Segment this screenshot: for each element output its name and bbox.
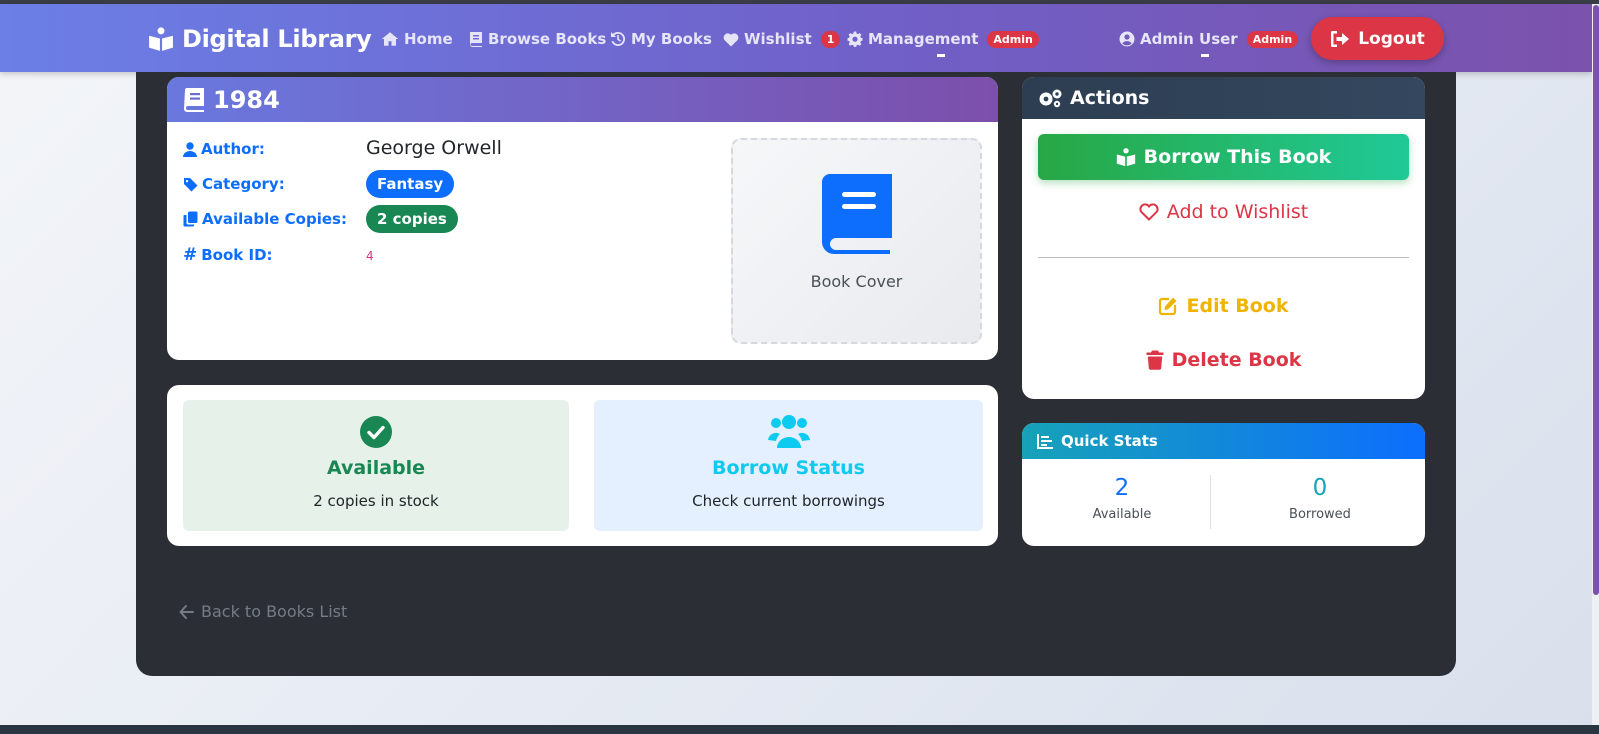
- home-icon: [381, 32, 399, 46]
- add-to-wishlist-label: Add to Wishlist: [1166, 201, 1309, 223]
- check-circle-icon: [360, 416, 392, 448]
- nav-management-label: Management: [868, 30, 979, 48]
- quick-stats-title: Quick Stats: [1061, 432, 1158, 450]
- book-cover-icon: [822, 174, 892, 254]
- book-id-row: # Book ID:: [183, 245, 273, 265]
- nav-browse-label: Browse Books: [488, 30, 607, 48]
- arrow-left-icon: [179, 604, 194, 619]
- book-id-label: Book ID:: [201, 246, 273, 264]
- book-reader-icon: [1116, 148, 1135, 167]
- book-cover-label: Book Cover: [810, 272, 903, 291]
- nav-my-books[interactable]: My Books: [610, 28, 712, 50]
- nav-my-books-label: My Books: [631, 30, 712, 48]
- category-badge: Fantasy: [366, 170, 455, 198]
- quick-stats-header: Quick Stats: [1022, 423, 1425, 459]
- users-icon: [768, 415, 810, 448]
- copies-value-wrap: 2 copies: [366, 205, 458, 233]
- delete-book-label: Delete Book: [1171, 349, 1302, 371]
- book-icon: [184, 87, 204, 112]
- availability-box: Available 2 copies in stock: [183, 400, 569, 531]
- author-label: Author:: [201, 140, 265, 158]
- history-icon: [611, 31, 626, 46]
- back-link-label: Back to Books List: [201, 602, 348, 621]
- logout-label: Logout: [1358, 28, 1425, 49]
- status-card: Available 2 copies in stock Borrow Statu…: [167, 385, 998, 546]
- copies-row: Available Copies:: [183, 210, 347, 228]
- cogs-icon: [1039, 89, 1062, 108]
- book-header: 1984: [167, 77, 998, 122]
- borrow-status-title: Borrow Status: [711, 457, 865, 479]
- nav-management[interactable]: Management Admin: [847, 28, 1039, 50]
- user-menu[interactable]: Admin User Admin: [1119, 28, 1299, 50]
- book-reader-icon: [149, 27, 173, 51]
- nav-browse-books[interactable]: Browse Books: [469, 28, 606, 50]
- actions-title: Actions: [1070, 87, 1150, 109]
- quick-stats-divider: [1210, 475, 1211, 529]
- author-value: George Orwell: [366, 137, 502, 159]
- nav-home[interactable]: Home: [381, 28, 453, 50]
- book-detail-card: 1984 Author: George Orwell Category: Fan…: [167, 77, 998, 360]
- copy-icon: [183, 211, 198, 227]
- book-icon: [469, 32, 482, 47]
- user-circle-icon: [1119, 31, 1135, 47]
- nav-wishlist-label: Wishlist: [744, 30, 812, 48]
- management-admin-badge: Admin: [987, 30, 1039, 48]
- quick-stats-card: Quick Stats 2 Available 0 Borrowed: [1022, 423, 1425, 546]
- user-icon: [183, 141, 197, 157]
- brand[interactable]: Digital Library: [148, 24, 372, 54]
- sign-out-icon: [1331, 30, 1350, 47]
- actions-header: Actions: [1022, 77, 1425, 119]
- borrow-book-button[interactable]: Borrow This Book: [1038, 134, 1409, 180]
- edit-book-button[interactable]: Edit Book: [1038, 291, 1409, 321]
- category-label: Category:: [202, 175, 285, 193]
- edit-book-label: Edit Book: [1186, 295, 1289, 317]
- user-dropdown-indicator: [1201, 54, 1209, 57]
- management-dropdown-indicator: [937, 54, 945, 57]
- edit-icon: [1159, 297, 1177, 316]
- user-name: Admin User: [1140, 30, 1238, 48]
- navbar: Digital Library Home Browse Books My Boo…: [0, 4, 1592, 72]
- borrow-book-label: Borrow This Book: [1143, 146, 1332, 168]
- available-count: 2: [1114, 475, 1130, 501]
- book-cover-placeholder: Book Cover: [731, 138, 982, 344]
- borrowed-count-label: Borrowed: [1289, 507, 1351, 522]
- chart-bar-icon: [1037, 433, 1053, 449]
- availability-subtitle: 2 copies in stock: [313, 492, 439, 510]
- availability-title: Available: [326, 457, 426, 479]
- quick-stat-available: 2 Available: [1022, 475, 1222, 522]
- copies-label: Available Copies:: [202, 210, 347, 228]
- gear-icon: [847, 31, 863, 47]
- actions-card: Actions Borrow This Book Add to Wishlist…: [1022, 77, 1425, 399]
- author-row: Author:: [183, 140, 265, 158]
- brand-title: Digital Library: [182, 25, 372, 53]
- user-admin-badge: Admin: [1246, 30, 1299, 48]
- add-to-wishlist-button[interactable]: Add to Wishlist: [1038, 197, 1409, 227]
- heart-outline-icon: [1139, 203, 1159, 221]
- footer: [0, 725, 1599, 734]
- scrollbar-thumb[interactable]: [1593, 5, 1599, 595]
- book-title: 1984: [213, 85, 280, 114]
- heart-icon: [723, 32, 739, 46]
- trash-icon: [1146, 350, 1164, 370]
- category-value-wrap: Fantasy: [366, 170, 455, 198]
- category-row: Category:: [183, 175, 285, 193]
- hash-icon: #: [183, 245, 198, 265]
- wishlist-count-badge: 1: [820, 30, 841, 48]
- borrow-status-box: Borrow Status Check current borrowings: [594, 400, 983, 531]
- back-to-books-link[interactable]: Back to Books List: [179, 602, 347, 621]
- logout-button[interactable]: Logout: [1311, 17, 1444, 60]
- tag-icon: [184, 177, 198, 191]
- book-id-value: 4: [366, 249, 374, 263]
- available-count-label: Available: [1092, 507, 1152, 522]
- delete-book-button[interactable]: Delete Book: [1038, 345, 1409, 375]
- borrow-status-subtitle: Check current borrowings: [692, 492, 885, 510]
- nav-home-label: Home: [404, 30, 453, 48]
- copies-badge: 2 copies: [366, 205, 458, 233]
- actions-divider: [1038, 257, 1409, 258]
- quick-stat-borrowed: 0 Borrowed: [1220, 475, 1420, 522]
- borrowed-count: 0: [1312, 475, 1328, 501]
- nav-wishlist[interactable]: Wishlist 1: [723, 28, 841, 50]
